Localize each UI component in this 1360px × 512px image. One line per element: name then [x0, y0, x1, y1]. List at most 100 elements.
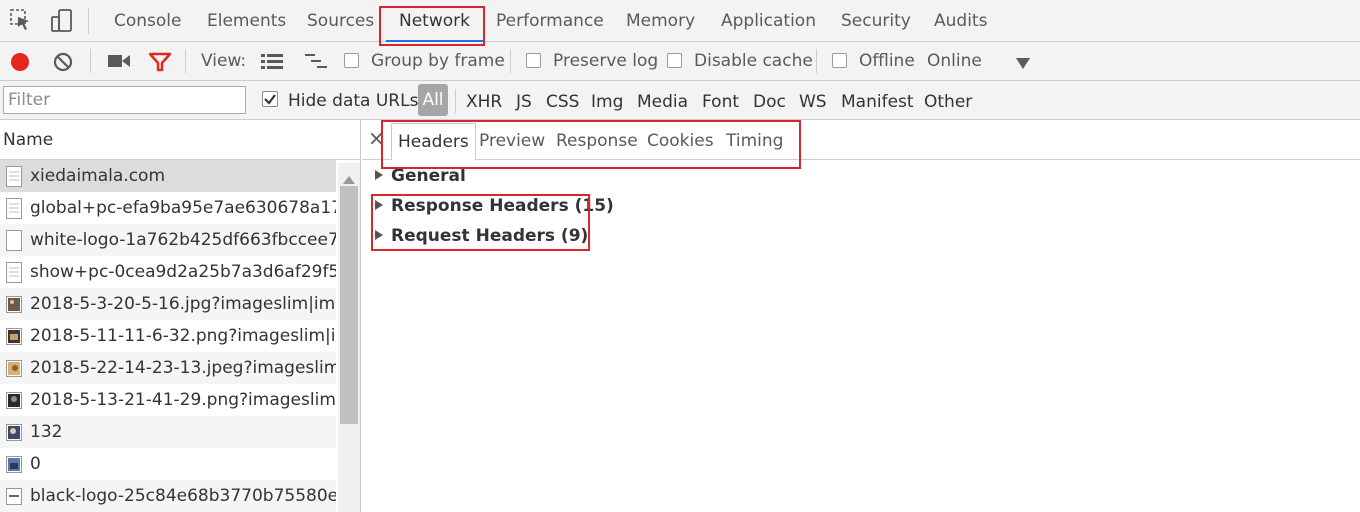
close-icon[interactable]: × — [368, 128, 385, 148]
device-toggle-icon[interactable] — [50, 9, 74, 38]
image-thumbnail-icon — [6, 358, 22, 379]
devtools-tab-bar: Console Elements Sources Network Perform… — [0, 0, 1360, 42]
view-label: View: — [201, 51, 247, 71]
section-title: General — [391, 166, 466, 186]
section-general[interactable]: General — [375, 166, 466, 186]
image-thumbnail-icon — [6, 422, 22, 443]
filter-type-js[interactable]: JS — [516, 81, 532, 120]
section-title: Response Headers (15) — [391, 196, 614, 216]
script-icon — [6, 262, 22, 283]
request-name: 2018-5-13-21-41-29.png?imageslim|i... — [30, 390, 336, 410]
throttle-select[interactable]: Online — [927, 51, 982, 71]
image-thumbnail-icon — [6, 294, 22, 315]
request-name: 132 — [30, 422, 63, 442]
list-item[interactable]: 2018-5-3-20-5-16.jpg?imageslim|imag... — [0, 288, 336, 320]
hide-data-urls-label: Hide data URLs — [288, 91, 419, 111]
filter-type-ws[interactable]: WS — [799, 81, 827, 120]
toolbar-divider — [185, 49, 186, 73]
filter-type-doc[interactable]: Doc — [753, 81, 786, 120]
section-request-headers[interactable]: Request Headers (9) — [375, 226, 588, 246]
filter-input[interactable] — [3, 86, 246, 114]
tab-divider — [88, 8, 89, 34]
request-name: white-logo-1a762b425df663fbccee710... — [30, 230, 336, 250]
tab-cookies[interactable]: Cookies — [647, 120, 714, 160]
inspect-icon[interactable] — [10, 9, 32, 38]
tab-audits[interactable]: Audits — [934, 0, 987, 42]
request-name: 0 — [30, 454, 41, 474]
image-thumbnail-icon — [6, 486, 22, 507]
list-item[interactable]: global+pc-efa9ba95e7ae630678a173f... — [0, 192, 336, 224]
filter-bar: Hide data URLs XHR JS CSS Img Media Font… — [0, 81, 1360, 120]
tab-preview[interactable]: Preview — [479, 120, 545, 160]
image-thumbnail-icon — [6, 454, 22, 475]
list-item[interactable]: white-logo-1a762b425df663fbccee710... — [0, 224, 336, 256]
waterfall-icon[interactable] — [305, 53, 327, 74]
group-by-frame-checkbox[interactable] — [344, 53, 359, 68]
offline-label: Offline — [859, 51, 915, 71]
filter-type-other[interactable]: Other — [924, 81, 972, 120]
video-camera-icon[interactable] — [108, 53, 130, 74]
request-name: black-logo-25c84e68b3770b75580e7d... — [30, 486, 336, 506]
filter-type-xhr[interactable]: XHR — [466, 81, 502, 120]
preserve-log-label: Preserve log — [553, 51, 659, 71]
expand-triangle-icon — [375, 230, 383, 240]
filter-type-img[interactable]: Img — [591, 81, 623, 120]
stylesheet-icon — [6, 198, 22, 219]
tab-performance[interactable]: Performance — [496, 0, 604, 42]
request-name: 2018-5-22-14-23-13.jpeg?imageslim|i... — [30, 358, 336, 378]
request-name: show+pc-0cea9d2a25b7a3d6af29f54f6... — [30, 262, 336, 282]
hide-data-urls-checkbox[interactable] — [262, 91, 278, 107]
tab-timing[interactable]: Timing — [726, 120, 783, 160]
dropdown-arrow-icon[interactable] — [1016, 55, 1030, 75]
name-column-header[interactable]: Name — [0, 120, 361, 160]
large-rows-icon[interactable] — [261, 53, 283, 74]
clear-icon[interactable] — [53, 52, 73, 77]
toolbar-divider — [90, 49, 91, 73]
request-name: global+pc-efa9ba95e7ae630678a173f... — [30, 198, 336, 218]
list-item[interactable]: 2018-5-11-11-6-32.png?imageslim|ima... — [0, 320, 336, 352]
list-item[interactable]: 0 — [0, 448, 336, 480]
record-icon[interactable] — [10, 52, 30, 77]
blank-file-icon — [6, 230, 22, 251]
list-item[interactable]: show+pc-0cea9d2a25b7a3d6af29f54f6... — [0, 256, 336, 288]
tab-security[interactable]: Security — [841, 0, 911, 42]
tab-network[interactable]: Network — [386, 0, 483, 42]
filter-type-all[interactable]: All — [418, 84, 448, 116]
scrollbar-thumb[interactable] — [340, 186, 358, 424]
toolbar-divider — [510, 49, 511, 73]
request-name: 2018-5-11-11-6-32.png?imageslim|ima... — [30, 326, 336, 346]
filter-type-manifest[interactable]: Manifest — [841, 81, 914, 120]
tab-console[interactable]: Console — [114, 0, 182, 42]
filter-icon[interactable] — [148, 52, 172, 77]
tab-sources[interactable]: Sources — [307, 0, 374, 42]
expand-triangle-icon — [375, 170, 383, 180]
list-item[interactable]: 132 — [0, 416, 336, 448]
list-item[interactable]: 2018-5-13-21-41-29.png?imageslim|i... — [0, 384, 336, 416]
offline-checkbox[interactable] — [832, 53, 847, 68]
tab-application[interactable]: Application — [721, 0, 816, 42]
section-response-headers[interactable]: Response Headers (15) — [375, 196, 614, 216]
tab-memory[interactable]: Memory — [626, 0, 695, 42]
tab-response[interactable]: Response — [556, 120, 638, 160]
tab-headers[interactable]: Headers — [391, 123, 476, 161]
tab-elements[interactable]: Elements — [207, 0, 286, 42]
filter-type-media[interactable]: Media — [637, 81, 688, 120]
image-thumbnail-icon — [6, 326, 22, 347]
filter-type-css[interactable]: CSS — [546, 81, 579, 120]
image-thumbnail-icon — [6, 390, 22, 411]
filter-divider — [455, 89, 456, 113]
list-item[interactable]: xiedaimala.com — [0, 160, 336, 192]
disable-cache-checkbox[interactable] — [667, 53, 682, 68]
group-by-frame-label: Group by frame — [371, 51, 505, 71]
preserve-log-checkbox[interactable] — [526, 53, 541, 68]
list-item[interactable]: 2018-5-22-14-23-13.jpeg?imageslim|i... — [0, 352, 336, 384]
request-list: Name xiedaimala.com global+pc-efa9ba95e7… — [0, 120, 361, 512]
request-name: xiedaimala.com — [30, 166, 166, 186]
network-toolbar: View: Group by frame Preserve log Disabl… — [0, 42, 1360, 81]
filter-type-font[interactable]: Font — [702, 81, 739, 120]
disable-cache-label: Disable cache — [694, 51, 813, 71]
list-item[interactable]: black-logo-25c84e68b3770b75580e7d... — [0, 480, 336, 512]
section-title: Request Headers (9) — [391, 226, 589, 246]
expand-triangle-icon — [375, 200, 383, 210]
request-name: 2018-5-3-20-5-16.jpg?imageslim|imag... — [30, 294, 336, 314]
